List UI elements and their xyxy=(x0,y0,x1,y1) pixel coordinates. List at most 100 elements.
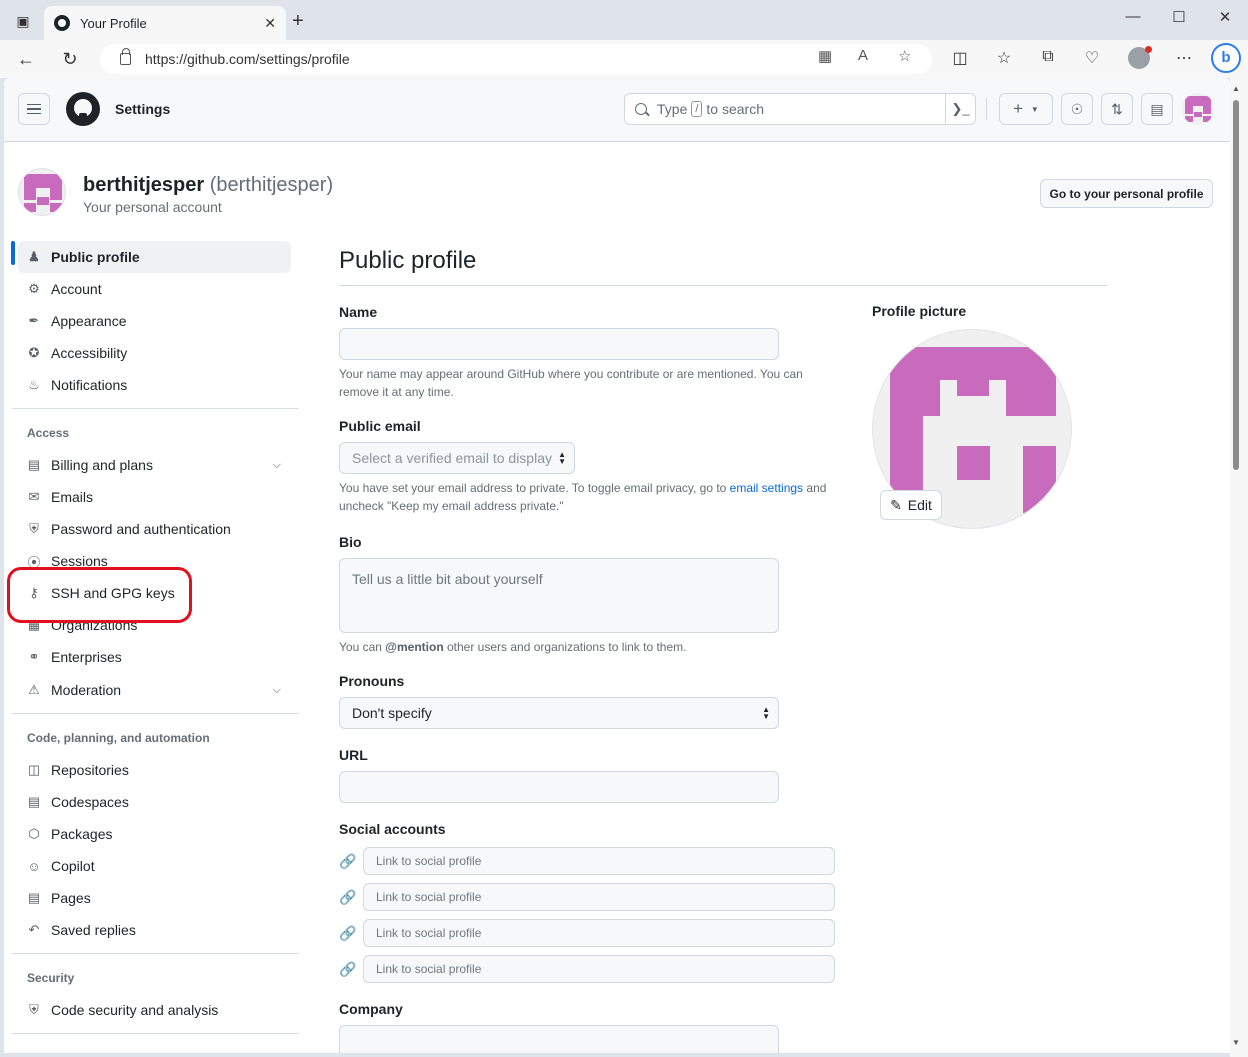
sidebar-item-saved-replies[interactable]: ↶ Saved replies xyxy=(18,914,291,946)
user-avatar[interactable] xyxy=(1182,93,1214,125)
browser-profile-icon[interactable] xyxy=(1128,46,1152,69)
new-tab-icon[interactable]: + xyxy=(292,10,304,33)
scroll-up-icon[interactable]: ▲ xyxy=(1232,84,1240,93)
sidebar-item-account[interactable]: ⚙ Account xyxy=(18,273,291,305)
plus-icon: + xyxy=(1013,99,1024,118)
account-subtitle: Your personal account xyxy=(83,199,222,215)
search-input[interactable]: Type / to search ❯_ xyxy=(624,93,976,125)
more-options-icon[interactable]: ⋯ xyxy=(1173,48,1195,68)
pronouns-select[interactable]: Don't specify ▲ ▼ xyxy=(339,697,779,729)
copilot-bing-icon[interactable]: b xyxy=(1211,43,1241,73)
email-settings-link[interactable]: email settings xyxy=(730,481,803,495)
sidebar-item-public-profile[interactable]: ♟ Public profile xyxy=(18,241,291,273)
hamburger-menu-icon[interactable] xyxy=(18,93,50,125)
account-display-name[interactable]: berthitjesper xyxy=(83,174,204,196)
social-link-input[interactable]: Link to social profile xyxy=(363,919,835,947)
sidebar-item-appearance[interactable]: ✒ Appearance xyxy=(18,305,291,337)
favorite-star-icon[interactable]: ☆ xyxy=(898,47,911,65)
app-available-icon[interactable]: ▦ xyxy=(818,47,832,65)
favorites-icon[interactable]: ☆ xyxy=(993,48,1015,68)
chevron-down-icon[interactable]: ⌵ xyxy=(273,684,281,697)
back-icon[interactable]: ← xyxy=(14,48,38,70)
shield-icon: ⛨ xyxy=(29,1002,39,1017)
header-title[interactable]: Settings xyxy=(115,101,170,117)
pull-requests-button[interactable]: ⇅ xyxy=(1101,93,1133,125)
close-window-icon[interactable]: ✕ xyxy=(1202,8,1248,26)
browser-icon: ▤ xyxy=(27,890,41,905)
email-note: You have set your email address to priva… xyxy=(339,479,829,515)
sidebar-item-pages[interactable]: ▤ Pages xyxy=(18,882,291,914)
maximize-icon[interactable]: ☐ xyxy=(1156,8,1202,26)
active-indicator xyxy=(11,241,15,265)
bio-note: You can @mention other users and organiz… xyxy=(339,638,819,656)
highlight-annotation xyxy=(7,567,192,623)
package-icon: ⬡ xyxy=(28,826,40,841)
sidebar-item-label: Moderation xyxy=(51,682,122,698)
go-to-profile-button[interactable]: Go to your personal profile xyxy=(1040,179,1213,208)
refresh-icon[interactable]: ↻ xyxy=(58,48,82,70)
name-note: Your name may appear around GitHub where… xyxy=(339,367,803,399)
sidebar-item-moderation[interactable]: ⚠ Moderation ⌵ xyxy=(18,674,291,706)
read-aloud-icon[interactable]: A xyxy=(858,47,868,64)
sidebar-heading-code: Code, planning, and automation xyxy=(27,731,210,745)
sidebar-item-enterprises[interactable]: ⚭ Enterprises xyxy=(18,641,291,673)
account-name: berthitjesper (berthitjesper) xyxy=(83,174,333,197)
scroll-down-icon[interactable]: ▼ xyxy=(1232,1038,1240,1047)
sidebar-item-copilot[interactable]: ☺ Copilot xyxy=(18,850,291,882)
github-logo-icon[interactable] xyxy=(66,92,100,126)
sidebar-item-emails[interactable]: ✉ Emails xyxy=(18,481,291,513)
sidebar-item-codespaces[interactable]: ▤ Codespaces xyxy=(18,786,291,818)
split-screen-icon[interactable]: ◫ xyxy=(949,48,971,68)
collections-icon[interactable]: ⧉ xyxy=(1037,48,1059,66)
url-field[interactable] xyxy=(339,771,779,803)
inbox-button[interactable]: ▤ xyxy=(1141,93,1173,125)
issues-button[interactable]: ☉ xyxy=(1061,93,1093,125)
edit-picture-button[interactable]: ✎ Edit xyxy=(880,490,942,520)
tab-title: Your Profile xyxy=(80,15,147,31)
report-icon: ⚠ xyxy=(28,682,40,697)
name-field[interactable] xyxy=(339,328,779,360)
sidebar-item-password-auth[interactable]: ⛨ Password and authentication xyxy=(18,513,291,545)
sidebar-item-notifications[interactable]: ♨ Notifications xyxy=(18,369,291,401)
pronouns-select-value: Don't specify xyxy=(352,705,432,721)
bio-textarea[interactable]: Tell us a little bit about yourself xyxy=(339,558,779,633)
copilot-icon: ☺ xyxy=(27,858,41,874)
company-field[interactable] xyxy=(339,1025,779,1053)
browser-tab[interactable]: Your Profile ✕ xyxy=(44,6,286,40)
close-tab-icon[interactable]: ✕ xyxy=(264,15,276,32)
bio-note-text-2: other users and organizations to link to… xyxy=(447,640,687,654)
create-new-button[interactable]: + ▼ xyxy=(999,93,1053,125)
public-email-select[interactable]: Select a verified email to display ▲ ▼ xyxy=(339,442,575,474)
sidebar-item-label: Account xyxy=(51,281,102,297)
pencil-icon: ✎ xyxy=(890,496,902,513)
minimize-icon[interactable]: — xyxy=(1110,8,1156,25)
social-link-input[interactable]: Link to social profile xyxy=(363,883,835,911)
mail-icon: ✉ xyxy=(28,489,40,504)
page-scrollbar[interactable]: ▲ ▼ xyxy=(1230,78,1248,1057)
page-title: Public profile xyxy=(339,247,477,274)
social-link-input[interactable]: Link to social profile xyxy=(363,847,835,875)
company-label: Company xyxy=(339,1001,403,1017)
sidebar-item-packages[interactable]: ⬡ Packages xyxy=(18,818,291,850)
public-email-select-value: Select a verified email to display xyxy=(352,450,552,466)
browser-essentials-icon[interactable]: ♡ xyxy=(1081,48,1103,68)
link-icon: 🔗 xyxy=(339,853,357,869)
person-icon: ♟ xyxy=(28,249,40,264)
sidebar-item-code-security[interactable]: ⛨ Code security and analysis xyxy=(18,994,291,1026)
sidebar-item-repositories[interactable]: ◫ Repositories xyxy=(18,754,291,786)
chevron-down-icon[interactable]: ⌵ xyxy=(273,459,281,472)
sidebar-divider xyxy=(12,713,299,714)
command-palette-icon[interactable]: ❯_ xyxy=(945,94,975,124)
tab-actions-icon[interactable]: ▣ xyxy=(12,10,34,32)
social-link-input[interactable]: Link to social profile xyxy=(363,955,835,983)
sidebar-divider xyxy=(12,1033,299,1034)
sidebar-item-accessibility[interactable]: ✪ Accessibility xyxy=(18,337,291,369)
sidebar-item-label: Codespaces xyxy=(51,794,129,810)
address-bar[interactable]: https://github.com/settings/profile xyxy=(100,44,932,74)
sidebar-item-label: Saved replies xyxy=(51,922,136,938)
sidebar-item-label: Notifications xyxy=(51,377,128,393)
sidebar-item-label: Enterprises xyxy=(51,649,122,665)
edit-label: Edit xyxy=(907,497,932,513)
scrollbar-thumb[interactable] xyxy=(1233,100,1239,470)
sidebar-item-billing[interactable]: ▤ Billing and plans ⌵ xyxy=(18,449,291,481)
